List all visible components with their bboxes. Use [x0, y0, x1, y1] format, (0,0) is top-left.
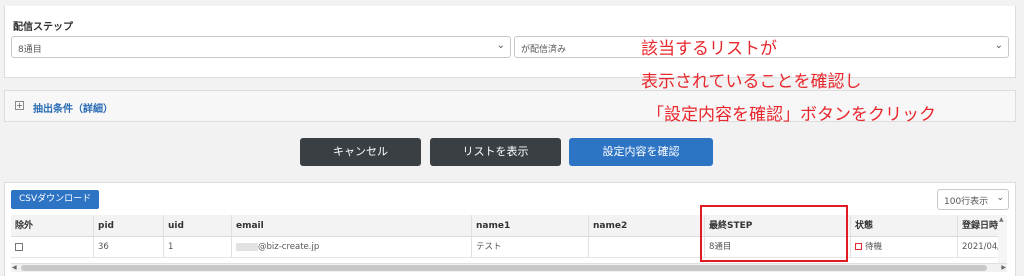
exclude-cell — [11, 237, 94, 257]
scroll-up-icon[interactable]: ▲ — [999, 216, 1004, 223]
column-header[interactable]: name1 — [472, 215, 589, 236]
step-select-value: 8通目 — [18, 45, 42, 55]
scroll-right-icon[interactable]: ▶ — [1001, 264, 1006, 271]
step-select[interactable]: 8通目 ⌄ — [11, 36, 511, 58]
chevron-down-icon: ⌄ — [994, 40, 1003, 51]
filter-label[interactable]: 抽出条件（詳細） — [33, 100, 113, 115]
column-header[interactable]: 状態 — [851, 215, 958, 236]
highlight-box — [700, 205, 848, 262]
exclude-checkbox[interactable] — [15, 242, 23, 251]
rows-per-page-select[interactable]: 100行表示 ⌄ — [937, 189, 1009, 210]
scrollbar-thumb[interactable] — [21, 265, 987, 271]
table-row: 36 1 @biz-create.jp テスト 8通目 待機 2021/04/ — [11, 237, 1007, 258]
step-panel: 配信ステップ 8通目 ⌄ が配信済み ⌄ — [4, 6, 1016, 78]
annotation-line-1: 該当するリストが — [641, 39, 777, 59]
uid-cell: 1 — [164, 237, 232, 257]
confirm-settings-button[interactable]: 設定内容を確認 — [569, 138, 713, 166]
table-panel: CSVダウンロード 100行表示 ⌄ 除外 pid uid email name… — [4, 182, 1016, 276]
csv-download-button[interactable]: CSVダウンロード — [11, 190, 100, 209]
plus-square-icon[interactable]: + — [15, 101, 24, 110]
column-header[interactable]: name2 — [589, 215, 705, 236]
column-header[interactable]: uid — [164, 215, 232, 236]
status-label: 待機 — [865, 242, 883, 252]
chevron-down-icon: ⌄ — [496, 40, 505, 51]
email-cell: @biz-create.jp — [232, 237, 472, 257]
status-icon — [855, 243, 862, 250]
name2-cell — [589, 237, 705, 257]
column-header[interactable]: pid — [94, 215, 164, 236]
cancel-button[interactable]: キャンセル — [300, 138, 421, 166]
annotation-line-3: 「設定内容を確認」ボタンをクリック — [647, 105, 936, 125]
table-header: 除外 pid uid email name1 name2 最終STEP 状態 登… — [11, 215, 1007, 237]
name1-cell: テスト — [472, 237, 589, 257]
status-select-value: が配信済み — [521, 45, 567, 55]
page: 配信ステップ 8通目 ⌄ が配信済み ⌄ + 抽出条件（詳細） キャンセル リス… — [0, 0, 1024, 276]
rows-per-page-value: 100行表示 — [944, 197, 989, 207]
status-cell: 待機 — [851, 237, 958, 257]
scroll-left-icon[interactable]: ◀ — [12, 264, 17, 271]
redacted-text — [236, 242, 258, 251]
pid-cell: 36 — [94, 237, 164, 257]
chevron-down-icon: ⌄ — [996, 193, 1004, 203]
horizontal-scrollbar[interactable]: ◀ ▶ — [11, 263, 1007, 272]
vertical-scrollbar[interactable]: ▲ — [998, 215, 1007, 263]
email-domain: @biz-create.jp — [258, 242, 320, 252]
step-label: 配信ステップ — [13, 22, 73, 33]
column-header[interactable]: 除外 — [11, 215, 94, 236]
show-list-button[interactable]: リストを表示 — [430, 138, 561, 166]
data-table: 除外 pid uid email name1 name2 最終STEP 状態 登… — [11, 215, 1007, 263]
annotation-line-2: 表示されていることを確認し — [641, 72, 862, 92]
column-header[interactable]: email — [232, 215, 472, 236]
